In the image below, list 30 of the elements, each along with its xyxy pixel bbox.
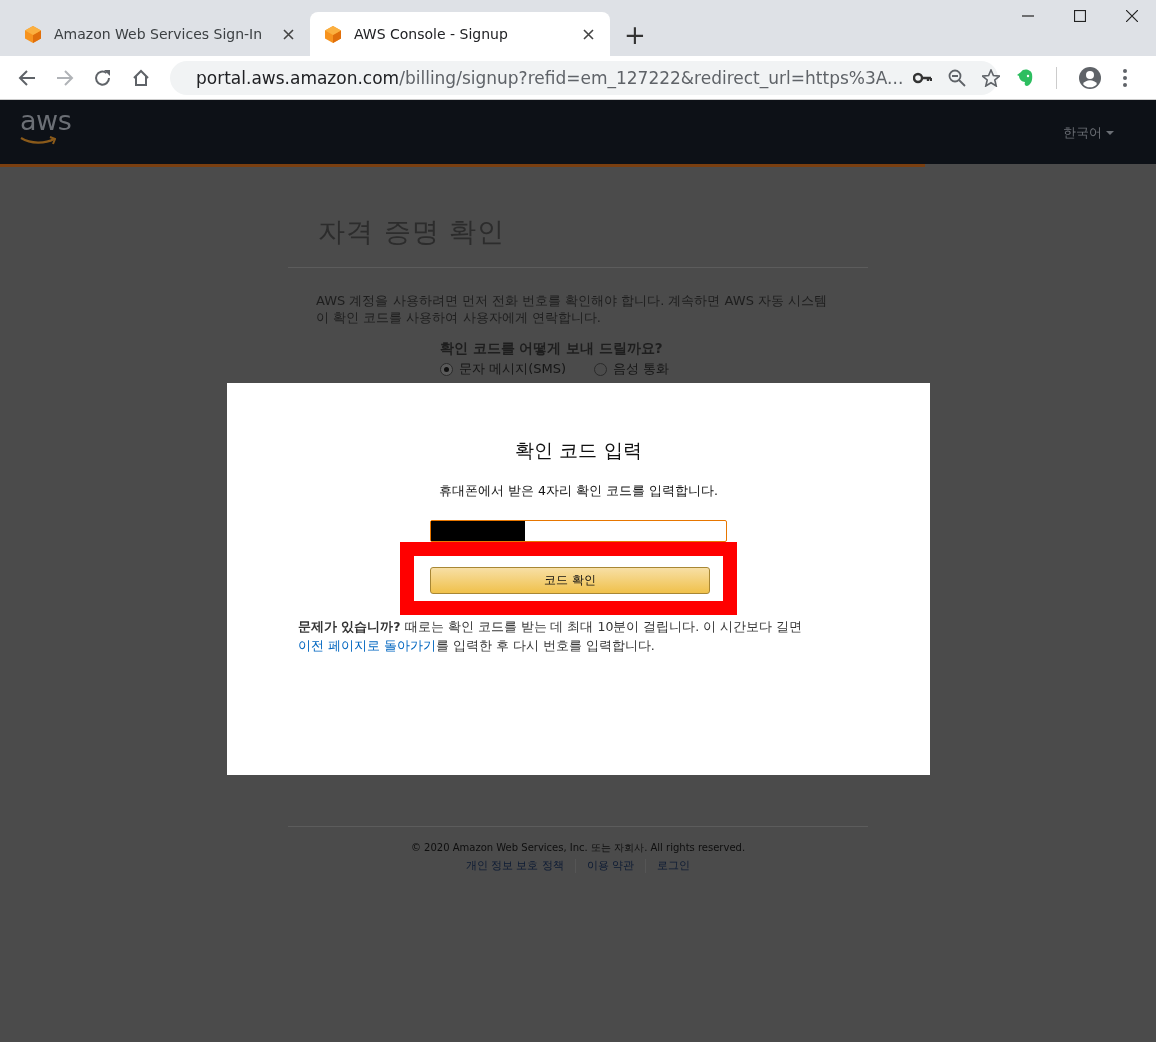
key-icon[interactable] bbox=[913, 70, 933, 85]
caret-icon bbox=[1106, 131, 1114, 135]
browser-tab[interactable]: Amazon Web Services Sign-In bbox=[10, 12, 310, 56]
radio-icon[interactable] bbox=[594, 362, 607, 376]
close-icon bbox=[583, 28, 594, 40]
menu-icon[interactable] bbox=[1123, 68, 1127, 87]
zoom-out-icon[interactable] bbox=[948, 68, 967, 87]
home-icon[interactable] bbox=[132, 68, 150, 87]
browser-tab[interactable]: AWS Console - Signup bbox=[310, 12, 610, 56]
instruction-text: 휴대폰에서 받은 4자리 확인 코드를 입력합니다. bbox=[439, 483, 718, 500]
modal-title: 확인 코드 입력 bbox=[515, 438, 642, 462]
address-field[interactable]: portal.aws.amazon.com/billing/signup?refid=em_127222&redirect_url=https%3A... bbox=[170, 60, 998, 95]
new-tab-button[interactable]: + bbox=[616, 22, 654, 48]
maximize-icon[interactable] bbox=[1074, 10, 1086, 22]
back-icon[interactable] bbox=[18, 68, 36, 87]
close-icon bbox=[283, 28, 294, 40]
smile-arrow-icon bbox=[20, 136, 56, 145]
cube-icon bbox=[324, 24, 342, 44]
back-link[interactable]: 이전 페이지로 돌아가기 bbox=[298, 638, 436, 653]
radio-icon[interactable] bbox=[440, 362, 453, 376]
close-icon[interactable] bbox=[1126, 10, 1138, 22]
logo-text: aws bbox=[20, 108, 72, 134]
code-input-field[interactable] bbox=[430, 520, 727, 542]
reload-icon[interactable] bbox=[94, 68, 112, 87]
star-icon[interactable] bbox=[982, 68, 1001, 87]
help-text: 문제가 있습니까? 때로는 확인 코드를 받는 데 최대 10분이 걸립니다. 이 시간보다 길면 이전 페이지로 돌아가기 를 입력한 후 다시 번호를 입력합니다. bbox=[298, 618, 804, 655]
language-dropdown[interactable]: 한국어 bbox=[1063, 124, 1114, 142]
cube-icon bbox=[24, 24, 42, 44]
profile-icon[interactable] bbox=[1079, 66, 1101, 89]
verify-code-button[interactable]: 코드 확인 bbox=[430, 567, 710, 594]
